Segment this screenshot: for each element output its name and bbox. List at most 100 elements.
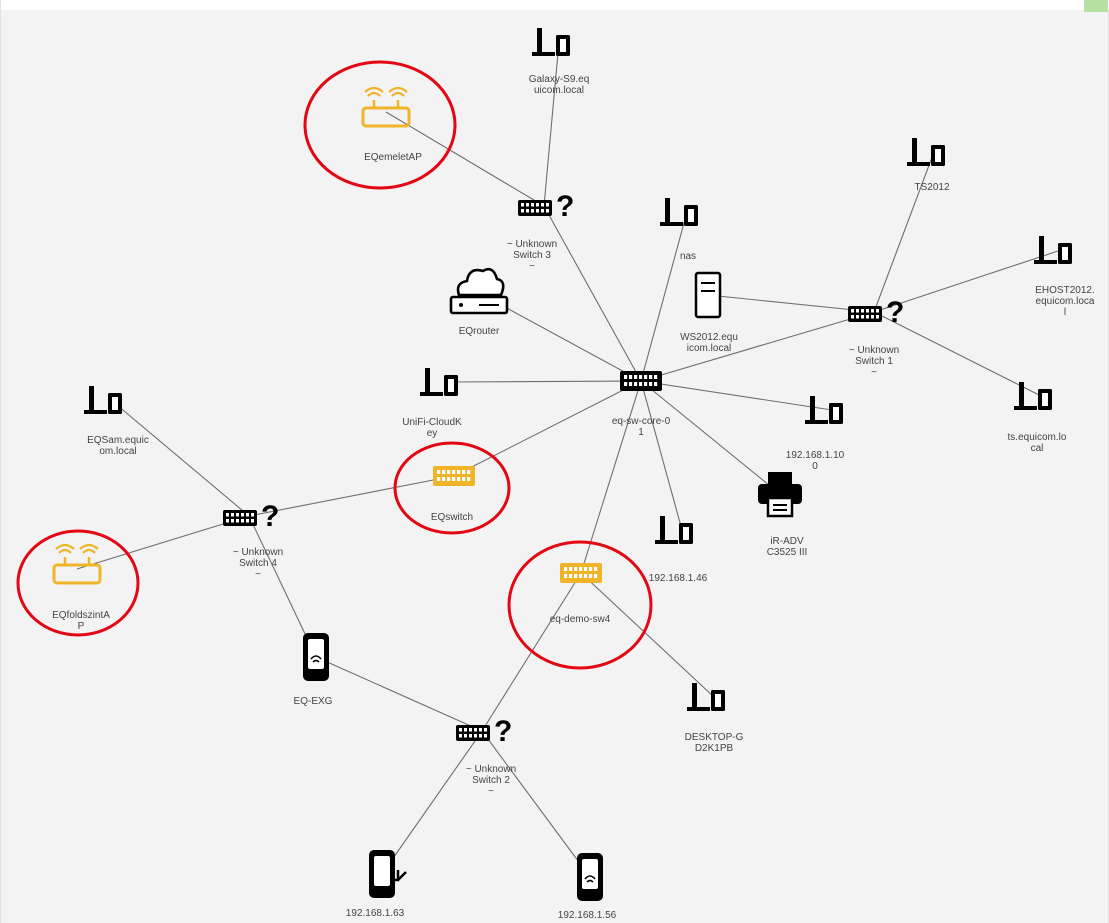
unk1-label: ~ Unknown Switch 1 ~ [849,345,899,378]
label-line: ~ Unknown [507,239,557,250]
label-line: Switch 2 [472,775,510,786]
ip46-laptop-icon[interactable] [655,516,693,544]
ws2012-server-icon[interactable] [694,271,722,319]
label-line: uicom.local [534,85,584,96]
core-switch-icon[interactable] [620,371,662,391]
ip56-label: 192.168.1.56 [558,910,617,921]
label-line: ~ [255,569,261,580]
network-map-canvas[interactable]: ???? Galaxy-S9.eq uicom.local EQemeletAP ~ … [0,0,1109,923]
unk2-unknown-switch-icon[interactable]: ? [456,715,512,748]
unifi-label: UniFi-CloudK ey [402,417,462,439]
label-line: ts.equicom.lo [1008,432,1067,443]
label-line: DESKTOP-G [685,732,744,743]
label-line: ~ Unknown [849,345,899,356]
label-line: ~ [529,261,535,272]
label-line: 192.168.1.63 [346,908,405,919]
exg-label: EQ-EXG [294,696,333,707]
link-core-nas [640,211,688,382]
eqsam-laptop-icon[interactable] [84,386,122,414]
label-line: 1 [638,427,644,438]
eqrouter-label: EQrouter [459,326,500,337]
ehost-laptop-icon[interactable] [1034,236,1072,264]
label-line: EQemeletAP [364,152,422,163]
link-core-unifi [446,380,642,383]
label-line: eq-demo-sw4 [550,614,611,625]
unk3-label: ~ Unknown Switch 3 ~ [507,239,557,272]
nodes-layer: ???? [52,28,1072,901]
label-line: EQswitch [431,512,473,523]
eqswitch-switch-accent-icon[interactable] [433,466,475,486]
eqrouter-router-icon[interactable] [449,267,509,315]
link-core-ip46 [640,380,683,531]
nas-laptop-icon[interactable] [660,198,698,226]
foldap-ap-icon[interactable] [52,543,102,585]
ts2012-laptop-icon[interactable] [907,138,945,166]
unifi-laptop-icon[interactable] [420,368,458,396]
demosw-highlight-ring [507,540,653,670]
unk4-label: ~ Unknown Switch 4 ~ [233,547,283,580]
link-unk2-ip56 [481,730,591,878]
link-core-eqswitch [453,380,642,477]
ip100-label: 192.168.1.10 0 [786,450,845,472]
label-line: om.local [99,446,136,457]
label-line: cal [1031,443,1044,454]
label-line: TS2012 [914,182,949,193]
printer-printer-icon[interactable] [758,472,802,518]
label-line: 192.168.1.10 [786,450,845,461]
link-core-ip100 [640,380,833,411]
demosw-switch-accent-icon[interactable] [560,563,602,583]
demosw-label: eq-demo-sw4 [550,614,611,625]
ip100-laptop-icon[interactable] [805,396,843,424]
link-unk3-galaxy [543,41,560,207]
unk2-label: ~ Unknown Switch 2 ~ [466,764,516,797]
galaxy-label: Galaxy-S9.eq uicom.local [529,74,590,96]
highlight-rings-layer [16,60,653,670]
label-line: l [1064,307,1066,318]
nas-label: nas [680,251,696,262]
label-line: ~ [488,786,494,797]
ip63-handheld-arrow-icon[interactable] [369,850,407,898]
label-line: 0 [812,461,818,472]
label-line: icom.local [687,343,731,354]
ip56-handheld-wifi-icon[interactable] [577,853,603,901]
tseq-laptop-icon[interactable] [1014,382,1052,410]
exg-handheld-wifi-icon[interactable] [303,633,329,681]
eqswitch-label: EQswitch [431,512,473,523]
label-line: nas [680,251,696,262]
svg-text:?: ? [886,296,904,329]
label-line: P [78,621,85,632]
svg-text:?: ? [556,190,574,223]
label-line: EQ-EXG [294,696,333,707]
tseq-label: ts.equicom.lo cal [1008,432,1067,454]
label-line: ~ Unknown [466,764,516,775]
ip63-label: 192.168.1.63 [346,908,405,919]
edges-layer [76,41,1062,878]
link-exg-unk2 [315,656,483,732]
label-line: C3525 III [767,547,808,558]
ts2012-label: TS2012 [914,182,949,193]
emeletap-ap-icon[interactable] [361,86,411,128]
ws2012-label: WS2012.equ icom.local [680,332,738,354]
label-line: iR-ADV [770,536,804,547]
desktop-laptop-icon[interactable] [687,683,725,711]
label-line: Switch 3 [513,250,551,261]
label-line: Switch 1 [855,356,893,367]
link-core-printer [640,380,781,495]
label-line: equicom.loca [1036,296,1095,307]
eqsam-label: EQSam.equic om.local [87,435,149,457]
network-topology-diagram[interactable]: ???? Galaxy-S9.eq uicom.local EQemeletAP ~ … [1,0,1109,923]
unk4-unknown-switch-icon[interactable]: ? [223,500,279,533]
svg-text:?: ? [261,500,279,533]
core-label: eq-sw-core-0 1 [612,416,671,438]
label-line: Galaxy-S9.eq [529,74,590,85]
unk1-unknown-switch-icon[interactable]: ? [848,296,904,329]
label-line: EHOST2012. [1035,285,1094,296]
galaxy-laptop-icon[interactable] [532,28,570,56]
label-line: ~ [871,367,877,378]
label-line: WS2012.equ [680,332,738,343]
label-line: ~ Unknown [233,547,283,558]
desktop-label: DESKTOP-G D2K1PB [685,732,744,754]
link-demosw-desktop [580,572,715,698]
link-core-unk1 [640,311,875,382]
emeletap-label: EQemeletAP [364,152,422,163]
